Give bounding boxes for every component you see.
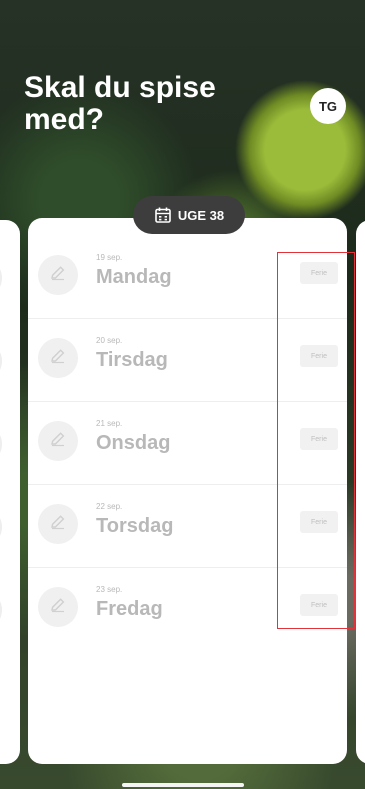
- highlight-box: [277, 252, 355, 629]
- home-indicator: [122, 783, 244, 787]
- pencil-icon: [49, 513, 67, 536]
- pencil-icon: [49, 347, 67, 370]
- edit-button[interactable]: [38, 255, 78, 295]
- day-date: 22 sep.: [96, 502, 123, 511]
- pencil-icon: [49, 596, 67, 619]
- day-date: 20 sep.: [96, 336, 123, 345]
- day-name: Fredag: [96, 598, 163, 620]
- week-label: UGE 38: [177, 207, 225, 223]
- edit-button[interactable]: [38, 338, 78, 378]
- day-date: 19 sep.: [96, 253, 123, 262]
- day-date: 23 sep.: [96, 585, 123, 594]
- edit-button[interactable]: [38, 421, 78, 461]
- week-badge[interactable]: UGE 38: [133, 196, 245, 234]
- peek-day-dot: [0, 347, 2, 375]
- header: Skal du spise med? TG: [0, 0, 365, 210]
- avatar[interactable]: TG: [310, 88, 346, 124]
- day-name: Onsdag: [96, 432, 171, 454]
- day-name: Mandag: [96, 266, 172, 288]
- peek-day-dot: [0, 596, 2, 624]
- peek-day-dot: [0, 264, 2, 292]
- edit-button[interactable]: [38, 504, 78, 544]
- page-title: Skal du spise med?: [24, 71, 216, 136]
- calendar-icon: [154, 206, 172, 224]
- day-date: 21 sep.: [96, 419, 123, 428]
- pencil-icon: [49, 430, 67, 453]
- pencil-icon: [49, 264, 67, 287]
- previous-week-card[interactable]: [0, 220, 20, 764]
- day-name: Tirsdag: [96, 349, 168, 371]
- peek-day-dot: [0, 430, 2, 458]
- day-name: Torsdag: [96, 515, 174, 537]
- next-week-card[interactable]: [356, 220, 365, 764]
- peek-day-dot: [0, 513, 2, 541]
- edit-button[interactable]: [38, 587, 78, 627]
